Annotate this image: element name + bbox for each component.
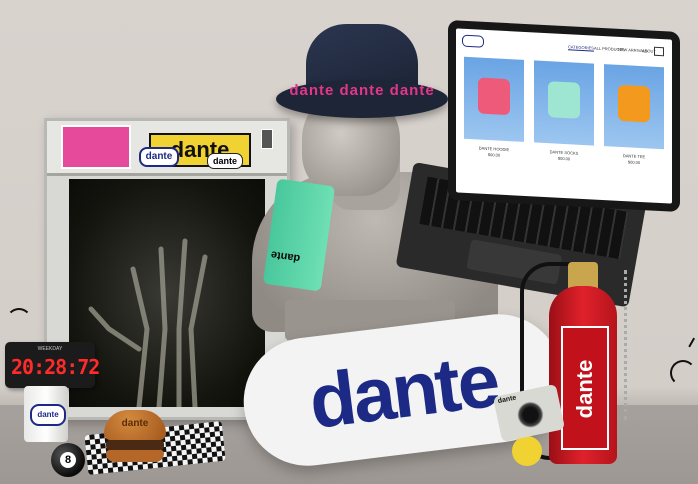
nav-item-categories[interactable]: CATEGORIES bbox=[568, 44, 594, 50]
small-sticker-2: dante bbox=[207, 153, 243, 169]
decorative-arc bbox=[670, 360, 696, 386]
clock-digits: 20:28:72 bbox=[11, 355, 100, 379]
extinguisher-text: dante bbox=[572, 359, 597, 419]
burger: dante bbox=[104, 410, 166, 462]
globe-sticker bbox=[61, 125, 131, 169]
lightbox-switch bbox=[261, 129, 273, 149]
extinguisher-label: dante bbox=[561, 326, 609, 450]
ball-number: 8 bbox=[60, 452, 76, 468]
burger-patty bbox=[106, 440, 164, 450]
eight-ball: 8 bbox=[51, 443, 85, 477]
product-card[interactable] bbox=[464, 56, 524, 142]
burger-text: dante bbox=[121, 418, 149, 429]
digital-clock: WEEKDAY 20:28:72 bbox=[5, 342, 100, 388]
small-sticker: dante bbox=[139, 147, 179, 167]
store-logo[interactable] bbox=[462, 34, 484, 48]
laptop-screen: CATEGORIES ALL PRODUCTS NEW ARRIVALS ABO… bbox=[456, 28, 672, 204]
store-nav: CATEGORIES ALL PRODUCTS NEW ARRIVALS ABO… bbox=[456, 28, 672, 61]
lightbox-header: dante dante dante bbox=[47, 121, 287, 176]
product-card[interactable] bbox=[534, 60, 594, 146]
camera-text: dante bbox=[497, 394, 517, 406]
camera-lens bbox=[514, 399, 546, 431]
laptop-lid: CATEGORIES ALL PRODUCTS NEW ARRIVALS ABO… bbox=[448, 19, 680, 213]
camera-strap-badge bbox=[512, 436, 542, 466]
product-image bbox=[548, 81, 580, 119]
burger-bun-bottom bbox=[106, 450, 164, 462]
clock-label: WEEKDAY bbox=[37, 346, 63, 352]
can: dante bbox=[24, 386, 68, 442]
product-card[interactable] bbox=[604, 64, 664, 150]
extinguisher-chain bbox=[624, 270, 637, 420]
burger-bun-top: dante bbox=[104, 410, 166, 440]
bucket-hat-text: dante dante dante bbox=[289, 82, 435, 99]
fire-extinguisher: dante bbox=[549, 286, 617, 464]
decorative-tick bbox=[688, 337, 698, 353]
decorative-arc bbox=[6, 308, 32, 334]
product-image bbox=[478, 77, 510, 116]
cart-icon[interactable] bbox=[654, 46, 664, 57]
scene: dante dante dante WEEKDAY 20:28:72 dante bbox=[0, 0, 698, 484]
sock-text: dante bbox=[270, 248, 301, 265]
can-badge: dante bbox=[30, 404, 66, 426]
product-image bbox=[618, 84, 650, 123]
